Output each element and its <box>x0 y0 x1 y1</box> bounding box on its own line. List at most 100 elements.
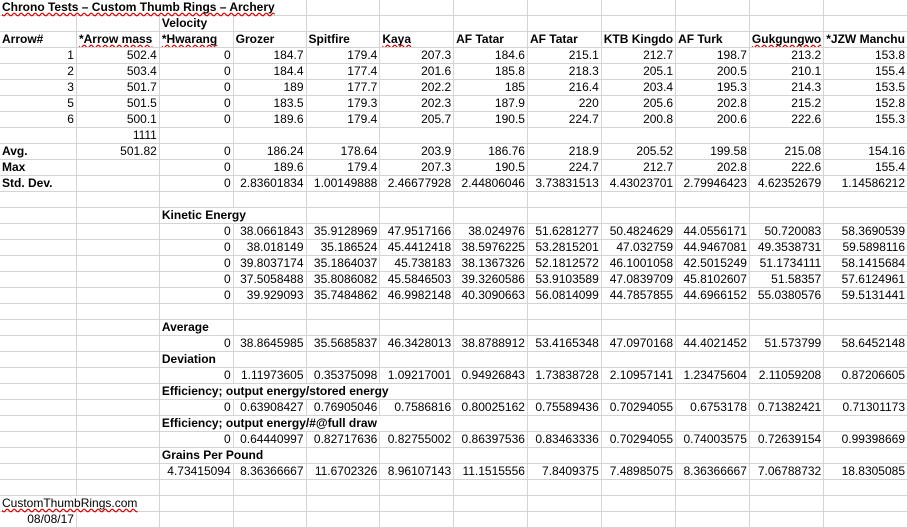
empty-cell[interactable] <box>675 415 750 432</box>
data-cell[interactable]: 0.94926843 <box>453 367 528 384</box>
empty-cell[interactable] <box>76 335 160 352</box>
empty-cell[interactable] <box>601 415 677 432</box>
empty-cell[interactable] <box>675 447 750 464</box>
data-cell[interactable]: 11.1515556 <box>453 463 528 480</box>
data-cell[interactable]: 51.6281277 <box>527 223 602 240</box>
empty-cell[interactable] <box>823 207 908 224</box>
data-cell[interactable]: 0.7586816 <box>379 399 455 416</box>
empty-cell[interactable] <box>76 463 160 480</box>
data-cell[interactable]: 51.573799 <box>749 335 825 352</box>
data-cell[interactable]: 35.1864037 <box>306 255 381 272</box>
empty-cell[interactable] <box>453 303 528 320</box>
empty-cell[interactable] <box>76 431 160 448</box>
empty-cell[interactable] <box>306 0 381 16</box>
data-cell[interactable]: 47.0839709 <box>601 271 677 288</box>
data-cell[interactable]: 203.4 <box>601 79 677 96</box>
empty-cell[interactable] <box>453 127 528 144</box>
empty-cell[interactable] <box>159 511 234 528</box>
empty-cell[interactable] <box>76 271 160 288</box>
column-header[interactable]: AF Tatar <box>527 31 602 48</box>
data-cell[interactable]: 0 <box>159 223 234 240</box>
empty-cell[interactable] <box>527 303 602 320</box>
empty-cell[interactable] <box>675 207 750 224</box>
empty-cell[interactable] <box>76 383 160 400</box>
empty-cell[interactable] <box>527 511 602 528</box>
data-cell[interactable]: 203.9 <box>379 143 455 160</box>
footer-date[interactable]: 08/08/17 <box>0 511 77 528</box>
empty-cell[interactable] <box>601 351 677 368</box>
data-cell[interactable]: 214.3 <box>749 79 825 96</box>
empty-cell[interactable] <box>749 415 825 432</box>
data-cell[interactable]: 4.62352679 <box>749 175 825 192</box>
empty-cell[interactable] <box>0 335 77 352</box>
data-cell[interactable]: 153.8 <box>823 47 908 64</box>
column-header[interactable]: KTB Kingdo <box>601 31 677 48</box>
data-cell[interactable]: 0.71382421 <box>749 399 825 416</box>
empty-cell[interactable] <box>675 383 750 400</box>
sheet-title[interactable]: Chrono Tests – Custom Thumb Rings – Arch… <box>0 0 307 16</box>
column-header[interactable]: AF Tatar <box>453 31 528 48</box>
data-cell[interactable]: 39.3260586 <box>453 271 528 288</box>
data-cell[interactable]: 0 <box>159 111 234 128</box>
empty-cell[interactable] <box>76 447 160 464</box>
data-cell[interactable]: 0.74003575 <box>675 431 750 448</box>
data-cell[interactable]: 38.024976 <box>453 223 528 240</box>
data-cell[interactable]: 7.48985075 <box>601 463 677 480</box>
empty-cell[interactable] <box>675 191 750 208</box>
empty-cell[interactable] <box>76 415 160 432</box>
data-cell[interactable]: 0 <box>159 367 234 384</box>
data-cell[interactable]: 4.43023701 <box>601 175 677 192</box>
data-cell[interactable]: 0 <box>159 143 234 160</box>
empty-cell[interactable] <box>675 511 750 528</box>
empty-cell[interactable] <box>76 175 160 192</box>
empty-cell[interactable] <box>76 15 160 32</box>
data-cell[interactable]: 38.018149 <box>233 239 307 256</box>
empty-cell[interactable] <box>306 127 381 144</box>
data-cell[interactable]: 46.1001058 <box>601 255 677 272</box>
data-cell[interactable]: 222.6 <box>749 111 825 128</box>
data-cell[interactable]: 45.4412418 <box>379 239 455 256</box>
data-cell[interactable]: 153.5 <box>823 79 908 96</box>
data-cell[interactable]: 44.6966152 <box>675 287 750 304</box>
data-cell[interactable]: 0.80025162 <box>453 399 528 416</box>
empty-cell[interactable] <box>453 479 528 496</box>
empty-cell[interactable] <box>379 15 455 32</box>
column-header[interactable]: *JZW Manchu <box>823 31 908 48</box>
empty-cell[interactable] <box>76 287 160 304</box>
empty-cell[interactable] <box>675 479 750 496</box>
empty-cell[interactable] <box>0 367 77 384</box>
data-cell[interactable]: 179.4 <box>306 111 381 128</box>
empty-cell[interactable] <box>233 479 307 496</box>
data-cell[interactable]: 0 <box>159 399 234 416</box>
data-cell[interactable]: 44.9467081 <box>675 239 750 256</box>
empty-cell[interactable] <box>527 15 602 32</box>
empty-cell[interactable] <box>601 207 677 224</box>
empty-cell[interactable] <box>0 287 77 304</box>
empty-cell[interactable] <box>0 399 77 416</box>
data-cell[interactable]: 2.10957141 <box>601 367 677 384</box>
empty-cell[interactable] <box>749 127 825 144</box>
data-cell[interactable]: 216.4 <box>527 79 602 96</box>
data-cell[interactable]: 179.3 <box>306 95 381 112</box>
empty-cell[interactable] <box>306 511 381 528</box>
empty-cell[interactable] <box>453 207 528 224</box>
data-cell[interactable]: 189.6 <box>233 111 307 128</box>
empty-cell[interactable] <box>823 303 908 320</box>
data-cell[interactable]: 35.5685837 <box>306 335 381 352</box>
empty-cell[interactable] <box>675 127 750 144</box>
data-cell[interactable]: 500.1 <box>76 111 160 128</box>
empty-cell[interactable] <box>76 255 160 272</box>
empty-cell[interactable] <box>76 511 160 528</box>
data-cell[interactable]: 57.6124961 <box>823 271 908 288</box>
data-cell[interactable]: 0 <box>159 95 234 112</box>
empty-cell[interactable] <box>823 511 908 528</box>
empty-cell[interactable] <box>76 367 160 384</box>
empty-cell[interactable] <box>527 479 602 496</box>
empty-cell[interactable] <box>527 415 602 432</box>
data-cell[interactable]: 1.14586212 <box>823 175 908 192</box>
empty-cell[interactable] <box>527 319 602 336</box>
empty-cell[interactable] <box>527 495 602 512</box>
data-cell[interactable]: 205.6 <box>601 95 677 112</box>
empty-cell[interactable] <box>0 15 77 32</box>
data-cell[interactable]: 0.83463336 <box>527 431 602 448</box>
